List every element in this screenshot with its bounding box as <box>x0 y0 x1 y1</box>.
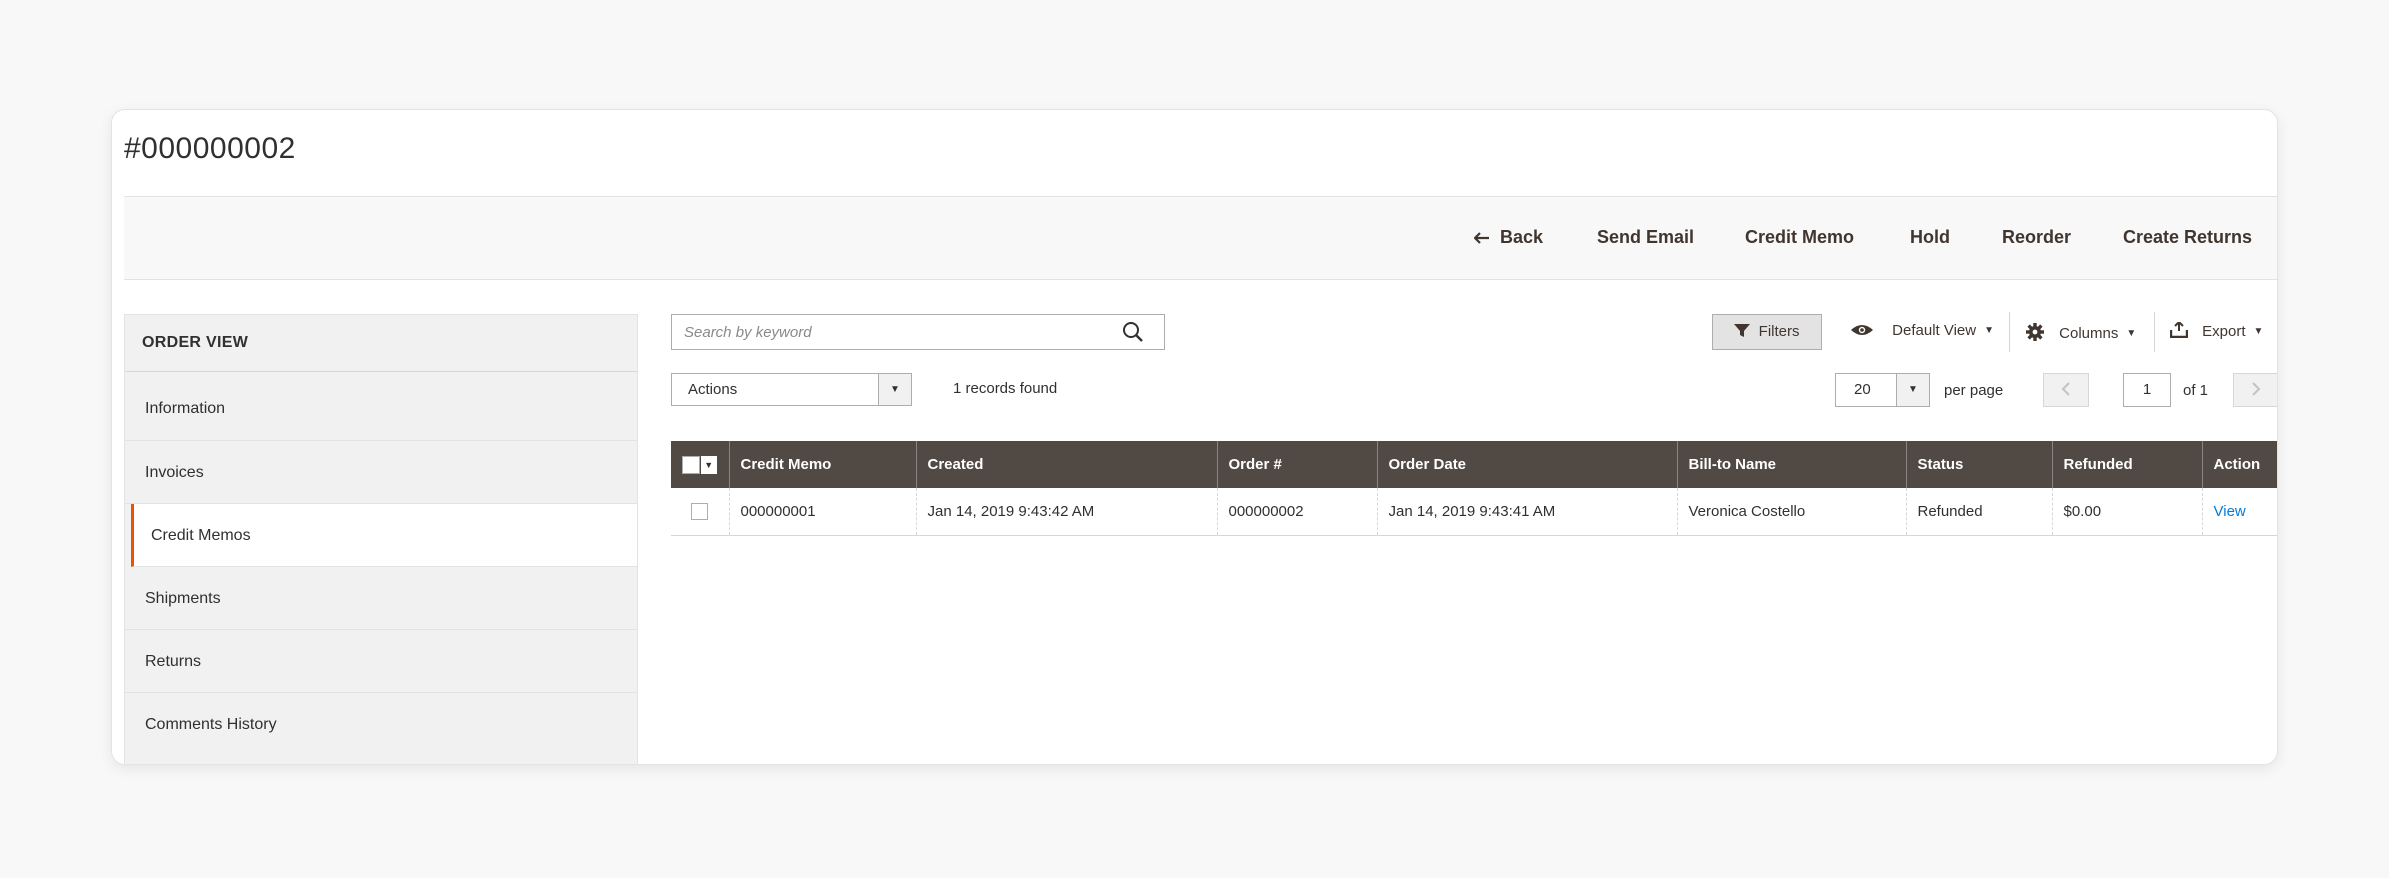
column-header-refunded[interactable]: Refunded <box>2052 441 2203 488</box>
row-checkbox[interactable] <box>691 503 709 521</box>
per-page-label: per page <box>1944 382 2004 399</box>
page-title: #000000002 <box>124 132 296 165</box>
cell-order-date: Jan 14, 2019 9:43:41 AM <box>1377 488 1678 536</box>
column-header-order-date[interactable]: Order Date <box>1377 441 1678 488</box>
back-label: Back <box>1500 227 1544 247</box>
credit-memo-button[interactable]: Credit Memo <box>1745 227 1854 248</box>
sidebar-title: ORDER VIEW <box>125 315 637 372</box>
cell-action: View <box>2202 488 2277 536</box>
table-row[interactable]: 000000001 Jan 14, 2019 9:43:42 AM 000000… <box>671 488 2277 536</box>
export-icon <box>2169 320 2202 340</box>
caret-down-icon: ▼ <box>2253 326 2264 337</box>
caret-down-icon: ▼ <box>2126 328 2137 339</box>
caret-down-icon: ▼ <box>878 374 911 405</box>
default-view-label: Default View <box>1892 322 1977 339</box>
cell-order-number: 000000002 <box>1217 488 1378 536</box>
next-page-button[interactable] <box>2233 373 2277 407</box>
caret-down-icon: ▼ <box>1896 374 1929 406</box>
per-page-select[interactable]: 20 ▼ <box>1835 373 1930 407</box>
sidebar-item-credit-memos[interactable]: Credit Memos <box>131 504 637 567</box>
export-label: Export <box>2202 323 2246 340</box>
page-number-input[interactable]: 1 <box>2123 373 2171 407</box>
filters-label: Filters <box>1758 323 1800 340</box>
send-email-button[interactable]: Send Email <box>1597 227 1694 248</box>
columns-dropdown[interactable]: Columns ▼ <box>2025 322 2136 342</box>
default-view-dropdown[interactable]: Default View ▼ <box>1850 322 1994 339</box>
sidebar-item-information[interactable]: Information <box>125 372 637 441</box>
records-found: 1 records found <box>953 380 1058 397</box>
per-page-value: 20 <box>1854 381 1871 398</box>
back-button[interactable]: Back <box>1473 227 1544 249</box>
cell-status: Refunded <box>1906 488 2053 536</box>
mass-actions-select[interactable]: Actions ▼ <box>671 373 912 406</box>
mass-actions-label: Actions <box>688 381 738 398</box>
column-header-created[interactable]: Created <box>916 441 1218 488</box>
page-actions-bar: Back Send Email Credit Memo Hold Reorder… <box>124 196 2277 280</box>
hold-button[interactable]: Hold <box>1910 227 1950 248</box>
chevron-left-icon <box>2061 382 2070 396</box>
create-returns-button[interactable]: Create Returns <box>2123 227 2252 248</box>
filters-button[interactable]: Filters <box>1712 314 1822 350</box>
order-view-card: #000000002 Back Send Email Credit Memo H… <box>111 109 2278 765</box>
reorder-button[interactable]: Reorder <box>2002 227 2071 248</box>
page-of-label: of 1 <box>2183 382 2209 399</box>
checkbox-icon <box>681 455 700 474</box>
search-box <box>671 314 1165 350</box>
mass-select-checkbox[interactable]: ▼ <box>681 455 718 474</box>
sidebar-item-shipments[interactable]: Shipments <box>125 567 637 630</box>
columns-label: Columns <box>2059 325 2119 342</box>
row-select-cell[interactable] <box>671 488 730 536</box>
column-header-credit-memo[interactable]: Credit Memo <box>729 441 917 488</box>
mass-select-header[interactable]: ▼ <box>671 441 730 488</box>
chevron-right-icon <box>2252 382 2261 396</box>
credit-memos-grid: ▼ Credit Memo Created Order # Order Date… <box>671 441 2277 536</box>
column-header-status[interactable]: Status <box>1906 441 2053 488</box>
view-link[interactable]: View <box>2214 503 2246 520</box>
sidebar-item-invoices[interactable]: Invoices <box>125 441 637 504</box>
toolbar-divider <box>2154 312 2155 352</box>
caret-down-icon: ▼ <box>1984 325 1995 336</box>
cell-credit-memo: 000000001 <box>729 488 917 536</box>
filter-icon <box>1734 323 1758 340</box>
cell-refunded: $0.00 <box>2052 488 2203 536</box>
search-icon[interactable] <box>1122 321 1144 348</box>
toolbar-divider <box>2009 312 2010 352</box>
order-view-sidebar: ORDER VIEW Information Invoices Credit M… <box>124 314 638 764</box>
column-header-order-number[interactable]: Order # <box>1217 441 1378 488</box>
gear-icon <box>2025 323 2059 342</box>
search-input[interactable] <box>672 315 1102 349</box>
arrow-left-icon <box>1473 228 1490 249</box>
sidebar-item-returns[interactable]: Returns <box>125 630 637 693</box>
column-header-bill-to-name[interactable]: Bill-to Name <box>1677 441 1907 488</box>
export-dropdown[interactable]: Export ▼ <box>2169 320 2264 340</box>
caret-down-icon: ▼ <box>700 455 717 474</box>
eye-icon <box>1850 322 1892 339</box>
column-header-action: Action <box>2202 441 2277 488</box>
previous-page-button[interactable] <box>2043 373 2089 407</box>
table-header-row: ▼ Credit Memo Created Order # Order Date… <box>671 441 2277 488</box>
sidebar-item-comments-history[interactable]: Comments History <box>125 693 637 756</box>
cell-bill-to-name: Veronica Costello <box>1677 488 1907 536</box>
cell-created: Jan 14, 2019 9:43:42 AM <box>916 488 1218 536</box>
